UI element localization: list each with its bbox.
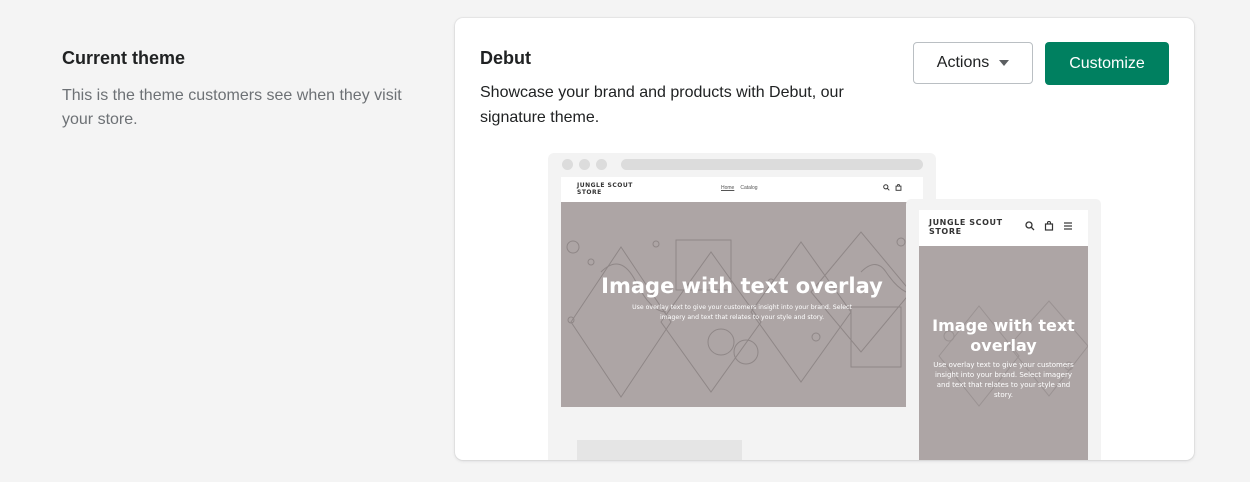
mobile-store-logo: JUNGLE SCOUT STORE [929,218,1003,236]
theme-description: Showcase your brand and products with De… [480,84,844,126]
mobile-header-icons [1025,221,1073,231]
window-dot-icon [579,159,590,170]
cart-icon [895,184,902,191]
desktop-header-icons [883,184,902,191]
theme-name: Debut [480,48,531,68]
menu-icon [1064,222,1072,230]
address-bar [621,159,923,170]
section-title: Current theme [62,48,186,68]
theme-card: Debut Showcase your brand and products w… [455,18,1194,460]
mobile-preview: JUNGLE SCOUT STORE Image with text overl… [906,199,1101,460]
desktop-store-logo: JUNGLE SCOUT STORE [577,182,633,196]
customize-button[interactable]: Customize [1045,42,1169,85]
actions-button[interactable]: Actions [913,42,1033,84]
current-theme-section: Current theme This is the theme customer… [62,46,432,132]
mobile-store-header: JUNGLE SCOUT STORE [919,210,1088,246]
mobile-hero-banner: Image with text overlay Use overlay text… [919,246,1088,460]
nav-link-home: Home [721,185,735,191]
desktop-hero-title: Image with text overlay [601,274,883,298]
desktop-nav-links: Home Catalog [721,185,758,191]
actions-label: Actions [936,54,990,71]
search-icon [1025,221,1035,231]
desktop-hero-banner: Image with text overlay Use overlay text… [561,202,923,407]
window-controls [562,159,607,170]
mobile-hero-title: Image with text overlay [932,316,1075,355]
cart-icon [1044,221,1054,231]
mobile-hero-subtitle: Use overlay text to give your customers … [933,361,1074,399]
caret-down-icon [999,60,1010,66]
placeholder-block [577,440,742,460]
section-description: This is the theme customers see when the… [62,87,402,128]
desktop-hero-subtitle: Use overlay text to give your customers … [632,304,852,321]
desktop-preview: JUNGLE SCOUT STORE Home Catalog Image wi… [548,153,936,460]
desktop-store-header: JUNGLE SCOUT STORE Home Catalog [561,177,923,202]
window-dot-icon [562,159,573,170]
search-icon [883,184,890,191]
nav-link-catalog: Catalog [740,185,758,191]
window-dot-icon [596,159,607,170]
